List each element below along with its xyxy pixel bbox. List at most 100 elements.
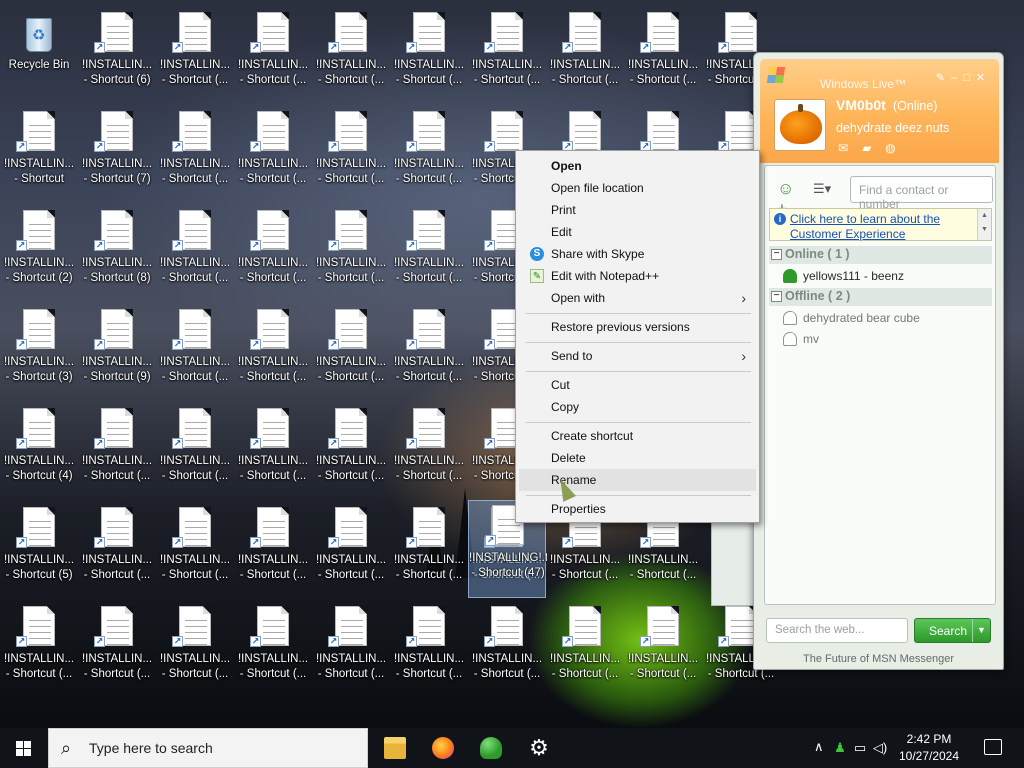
find-contact-input[interactable]: Find a contact or number (850, 176, 993, 211)
desktop-shortcut-icon[interactable]: ↗ !INSTALLIN...- Shortcut (... (234, 404, 312, 498)
desktop-shortcut-icon[interactable]: ↗ !INSTALLIN... - Shortcut (6) (78, 8, 156, 102)
desktop-shortcut-icon[interactable]: ↗ !INSTALLIN...- Shortcut (... (312, 305, 390, 399)
menu-item-rename[interactable]: Rename (519, 469, 756, 491)
desktop-shortcut-icon[interactable]: ↗ !INSTALLIN... - Shortcut (0, 107, 78, 201)
username[interactable]: VM0b0t (836, 97, 886, 113)
chevron-down-icon[interactable]: ▼ (972, 619, 990, 642)
menu-item-open-with[interactable]: Open with › (519, 287, 756, 309)
taskbar-firefox[interactable] (419, 728, 467, 768)
desktop-shortcut-icon[interactable]: ↗ !INSTALLIN...- Shortcut (... (390, 8, 468, 102)
menu-item-delete[interactable]: Delete (519, 447, 756, 469)
desktop-shortcut-icon[interactable]: ↗ !INSTALLIN...- Shortcut (... (156, 305, 234, 399)
desktop-shortcut-icon[interactable]: ↗ !INSTALLIN...- Shortcut (... (468, 8, 546, 102)
clock-date[interactable]: 10/27/2024 (894, 749, 964, 763)
desktop-shortcut-icon[interactable]: ↗ !INSTALLIN... - Shortcut (8) (78, 206, 156, 300)
desktop-shortcut-icon[interactable]: ↗ !INSTALLIN...- Shortcut (... (312, 8, 390, 102)
desktop-shortcut-icon[interactable]: ↗ !INSTALLIN...- Shortcut (... (156, 206, 234, 300)
desktop-shortcut-icon[interactable]: ↗ !INSTALLIN...- Shortcut (... (156, 404, 234, 498)
msn-tray-icon[interactable]: ♟ (832, 740, 848, 756)
menu-item-print[interactable]: Print (519, 199, 756, 221)
clock-time[interactable]: 2:42 PM (894, 732, 964, 746)
desktop-shortcut-icon[interactable]: ↗ !INSTALLIN... - Shortcut (7) (78, 107, 156, 201)
desktop-shortcut-icon[interactable]: ↗ !INSTALLIN...- Shortcut (... (234, 305, 312, 399)
mail-icon[interactable]: ✉ (838, 141, 862, 155)
notification-icon[interactable] (984, 739, 1002, 755)
menu-item-share-skype[interactable]: S Share with Skype (519, 243, 756, 265)
desktop-shortcut-icon[interactable]: ↗ !INSTALLIN...- Shortcut (... (234, 503, 312, 597)
taskbar-search-box[interactable]: ⌕ Type here to search (48, 728, 368, 768)
volume-icon[interactable]: ◁) (872, 740, 888, 756)
folder-icon[interactable]: ▰ (862, 141, 885, 155)
desktop-shortcut-icon[interactable]: ↗ !INSTALLIN...- Shortcut (... (390, 107, 468, 201)
globe-icon[interactable]: ◍ (885, 141, 909, 155)
desktop-shortcut-icon[interactable]: ↗ !INSTALLIN... - Shortcut (5) (0, 503, 78, 597)
tools-icon[interactable]: ✎ (936, 71, 951, 84)
desktop-shortcut-icon[interactable]: ↗ !INSTALLIN...- Shortcut (... (156, 503, 234, 597)
search-button[interactable]: Search ▼ (914, 618, 991, 643)
collapse-icon[interactable]: − (771, 249, 782, 260)
menu-item-edit[interactable]: Edit (519, 221, 756, 243)
minimize-button[interactable]: – (951, 72, 963, 84)
taskbar-settings[interactable]: ⚙ (515, 728, 563, 768)
desktop-shortcut-icon[interactable]: ↗ !INSTALLIN...- Shortcut (... (234, 206, 312, 300)
menu-item-properties[interactable]: Properties (519, 498, 756, 520)
menu-item-create-shortcut[interactable]: Create shortcut (519, 425, 756, 447)
desktop-shortcut-icon[interactable]: ↗ !INSTALLIN...- Shortcut (... (78, 602, 156, 696)
banner-scrollbar[interactable]: ▲ ▼ (977, 209, 991, 240)
desktop-shortcut-icon[interactable]: ↗ !INSTALLIN... - Shortcut (4) (0, 404, 78, 498)
desktop-shortcut-icon[interactable]: ↗ !INSTALLIN...- Shortcut (... (312, 503, 390, 597)
menu-item-send-to[interactable]: Send to › (519, 345, 756, 367)
chevron-up-icon[interactable]: ∧ (814, 739, 824, 755)
desktop-shortcut-icon[interactable]: ↗ !INSTALLIN... - Shortcut (2) (0, 206, 78, 300)
desktop-shortcut-icon[interactable]: ↗ !INSTALLIN...- Shortcut (... (312, 404, 390, 498)
desktop-shortcut-icon[interactable]: ↗ !INSTALLIN...- Shortcut (... (390, 206, 468, 300)
view-options-icon[interactable]: ☰▾ (813, 181, 839, 201)
contact-item[interactable]: dehydrated bear cube (779, 308, 989, 328)
personal-message[interactable]: dehydrate deez nuts (836, 121, 949, 135)
network-icon[interactable]: ▭ (852, 740, 868, 756)
status-dropdown[interactable]: (Online) (893, 99, 937, 113)
recycle-bin[interactable]: Recycle Bin (0, 8, 78, 102)
menu-item-open-file-location[interactable]: Open file location (519, 177, 756, 199)
taskbar-msn-messenger[interactable] (467, 728, 515, 768)
desktop-shortcut-icon[interactable]: ↗ !INSTALLIN...- Shortcut (... (234, 602, 312, 696)
desktop-shortcut-icon[interactable]: ↗ !INSTALLIN...- Shortcut (... (312, 602, 390, 696)
contact-item[interactable]: yellows111 - beenz (779, 266, 989, 286)
close-button[interactable]: ✕ (976, 71, 991, 84)
desktop-shortcut-icon[interactable]: ↗ !INSTALLIN...- Shortcut (... (234, 107, 312, 201)
group-header-offline[interactable]: − Offline ( 2 ) (769, 288, 992, 306)
desktop-shortcut-icon[interactable]: ↗ !INSTALLIN... - Shortcut (3) (0, 305, 78, 399)
contact-item[interactable]: mv (779, 329, 989, 349)
desktop-shortcut-icon[interactable]: ↗ !INSTALLIN...- Shortcut (... (390, 602, 468, 696)
desktop-shortcut-icon[interactable]: ↗ !INSTALLIN...- Shortcut (... (78, 404, 156, 498)
desktop-shortcut-icon[interactable]: ↗ !INSTALLIN...- Shortcut (... (156, 602, 234, 696)
desktop-shortcut-icon[interactable]: ↗ !INSTALLIN...- Shortcut (... (312, 107, 390, 201)
desktop-shortcut-icon[interactable]: ↗ !INSTALLIN...- Shortcut (... (0, 602, 78, 696)
menu-item-copy[interactable]: Copy (519, 396, 756, 418)
maximize-button[interactable]: □ (963, 72, 976, 84)
desktop-shortcut-icon[interactable]: ↗ !INSTALLIN...- Shortcut (... (624, 602, 702, 696)
desktop-shortcut-icon[interactable]: ↗ !INSTALLIN...- Shortcut (... (546, 602, 624, 696)
add-contact-icon[interactable]: ☺+ (777, 179, 801, 218)
desktop-shortcut-icon[interactable]: ↗ !INSTALLIN...- Shortcut (... (156, 107, 234, 201)
menu-item-cut[interactable]: Cut (519, 374, 756, 396)
web-search-input[interactable]: Search the web... (766, 618, 908, 643)
desktop-shortcut-icon[interactable]: ↗ !INSTALLIN...- Shortcut (... (390, 503, 468, 597)
start-button[interactable] (0, 728, 48, 768)
collapse-icon[interactable]: − (771, 291, 782, 302)
menu-item-open[interactable]: Open (519, 155, 756, 177)
desktop-shortcut-icon[interactable]: ↗ !INSTALLIN...- Shortcut (... (390, 305, 468, 399)
desktop-shortcut-icon[interactable]: ↗ !INSTALLIN...- Shortcut (... (468, 602, 546, 696)
display-picture[interactable] (774, 99, 826, 151)
desktop-shortcut-icon[interactable]: ↗ !INSTALLIN...- Shortcut (... (390, 404, 468, 498)
desktop-shortcut-icon[interactable]: ↗ !INSTALLIN... - Shortcut (9) (78, 305, 156, 399)
desktop-shortcut-icon[interactable]: ↗ !INSTALLIN...- Shortcut (... (156, 8, 234, 102)
desktop-shortcut-icon[interactable]: ↗ !INSTALLIN...- Shortcut (... (312, 206, 390, 300)
group-header-online[interactable]: − Online ( 1 ) (769, 246, 992, 264)
taskbar-file-explorer[interactable] (371, 728, 419, 768)
menu-item-restore-previous-versions[interactable]: Restore previous versions (519, 316, 756, 338)
desktop-shortcut-icon[interactable]: ↗ !INSTALLIN...- Shortcut (... (78, 503, 156, 597)
desktop-shortcut-icon[interactable]: ↗ !INSTALLIN...- Shortcut (... (234, 8, 312, 102)
customer-experience-link[interactable]: Click here to learn about the Customer E… (790, 212, 978, 242)
menu-item-edit-notepad[interactable]: ✎ Edit with Notepad++ (519, 265, 756, 287)
